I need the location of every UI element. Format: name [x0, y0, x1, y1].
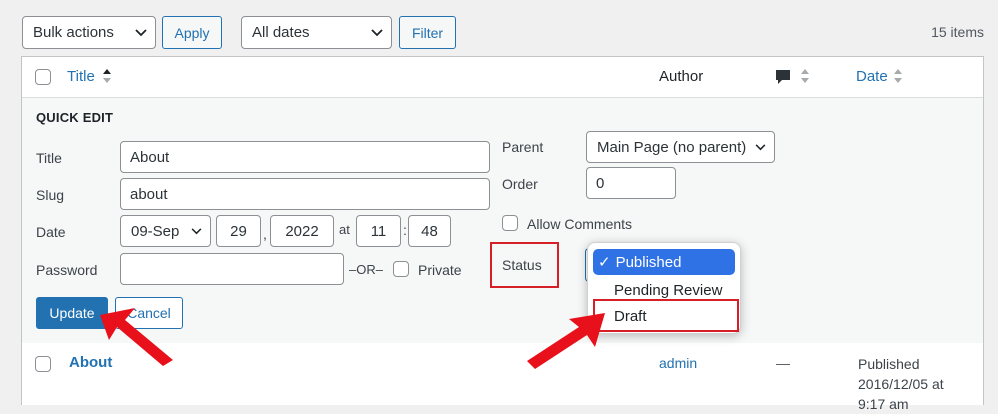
- time-colon: :: [403, 222, 407, 238]
- arrow-annotation-icon: [100, 308, 173, 366]
- minute-input[interactable]: 48: [408, 215, 451, 247]
- title-column-header[interactable]: Title: [67, 68, 95, 85]
- apply-button[interactable]: Apply: [162, 16, 222, 49]
- status-option-published[interactable]: ✓ Published: [593, 249, 735, 275]
- row-comments: —: [776, 355, 790, 371]
- slug-input-value: about: [130, 185, 168, 203]
- month-value: 09-Sep: [131, 222, 180, 240]
- chevron-down-icon: [371, 28, 383, 37]
- filter-button[interactable]: Filter: [399, 16, 456, 49]
- title-input[interactable]: About: [120, 141, 490, 173]
- row-date-value: 2016/12/05 at: [858, 376, 944, 392]
- year-input[interactable]: 2022: [270, 215, 334, 247]
- password-label: Password: [36, 262, 98, 278]
- allow-comments-label: Allow Comments: [527, 216, 633, 232]
- select-all-checkbox[interactable]: [35, 69, 51, 85]
- date-header-label: Date: [856, 68, 888, 85]
- sort-icon[interactable]: [894, 69, 902, 86]
- year-value: 2022: [285, 222, 319, 240]
- status-option-draft[interactable]: Draft: [614, 308, 647, 325]
- hour-value: 11: [370, 222, 387, 240]
- comment-bubble-icon[interactable]: [775, 69, 791, 88]
- slug-input[interactable]: about: [120, 178, 490, 210]
- day-value: 29: [230, 222, 247, 240]
- date-at-label: at: [339, 222, 350, 237]
- title-header-label: Title: [67, 68, 95, 85]
- hour-input[interactable]: 11: [356, 215, 401, 247]
- status-option-label: Published: [615, 253, 682, 271]
- row-checkbox[interactable]: [35, 356, 51, 372]
- arrow-annotation-icon: [527, 313, 605, 369]
- order-label: Order: [502, 176, 538, 192]
- day-input[interactable]: 29: [216, 215, 261, 247]
- password-input[interactable]: [120, 253, 344, 285]
- chevron-down-icon: [191, 227, 202, 235]
- dates-select[interactable]: All dates: [241, 16, 392, 49]
- date-column-header[interactable]: Date: [856, 68, 888, 85]
- status-option-label: Pending Review: [614, 282, 723, 299]
- month-select[interactable]: 09-Sep: [120, 215, 211, 247]
- or-separator: –OR–: [349, 262, 383, 277]
- sort-icon[interactable]: [103, 69, 111, 86]
- private-label: Private: [418, 262, 462, 278]
- parent-label: Parent: [502, 139, 544, 155]
- order-input[interactable]: 0: [586, 167, 676, 199]
- chevron-down-icon: [755, 143, 766, 151]
- order-value: 0: [596, 174, 605, 192]
- parent-select[interactable]: Main Page (no parent): [586, 131, 775, 163]
- row-date-status: Published: [858, 356, 920, 372]
- quick-edit-heading: QUICK EDIT: [36, 110, 114, 125]
- chevron-down-icon: [135, 28, 147, 37]
- dates-label: All dates: [252, 24, 310, 41]
- author-column-header: Author: [659, 68, 704, 85]
- items-count: 15 items: [931, 24, 984, 40]
- row-date-cell: Published 2016/12/05 at 9:17 am: [858, 354, 944, 414]
- checkmark-icon: ✓: [598, 254, 611, 271]
- parent-value: Main Page (no parent): [597, 138, 747, 156]
- minute-value: 48: [421, 222, 438, 240]
- bulk-actions-label: Bulk actions: [33, 24, 114, 41]
- title-label: Title: [36, 150, 62, 166]
- row-author-link[interactable]: admin: [659, 355, 697, 371]
- status-option-label: Draft: [614, 308, 647, 325]
- row-date-time: 9:17 am: [858, 396, 909, 412]
- date-label: Date: [36, 224, 66, 240]
- slug-label: Slug: [36, 187, 65, 203]
- sort-icon[interactable]: [801, 69, 809, 86]
- status-label: Status: [502, 257, 542, 273]
- bulk-actions-select[interactable]: Bulk actions: [22, 16, 156, 49]
- title-input-value: About: [130, 148, 170, 166]
- status-option-pending[interactable]: Pending Review: [614, 282, 722, 299]
- date-comma: ,: [263, 226, 267, 242]
- private-checkbox[interactable]: [393, 261, 409, 277]
- allow-comments-checkbox[interactable]: [502, 215, 518, 231]
